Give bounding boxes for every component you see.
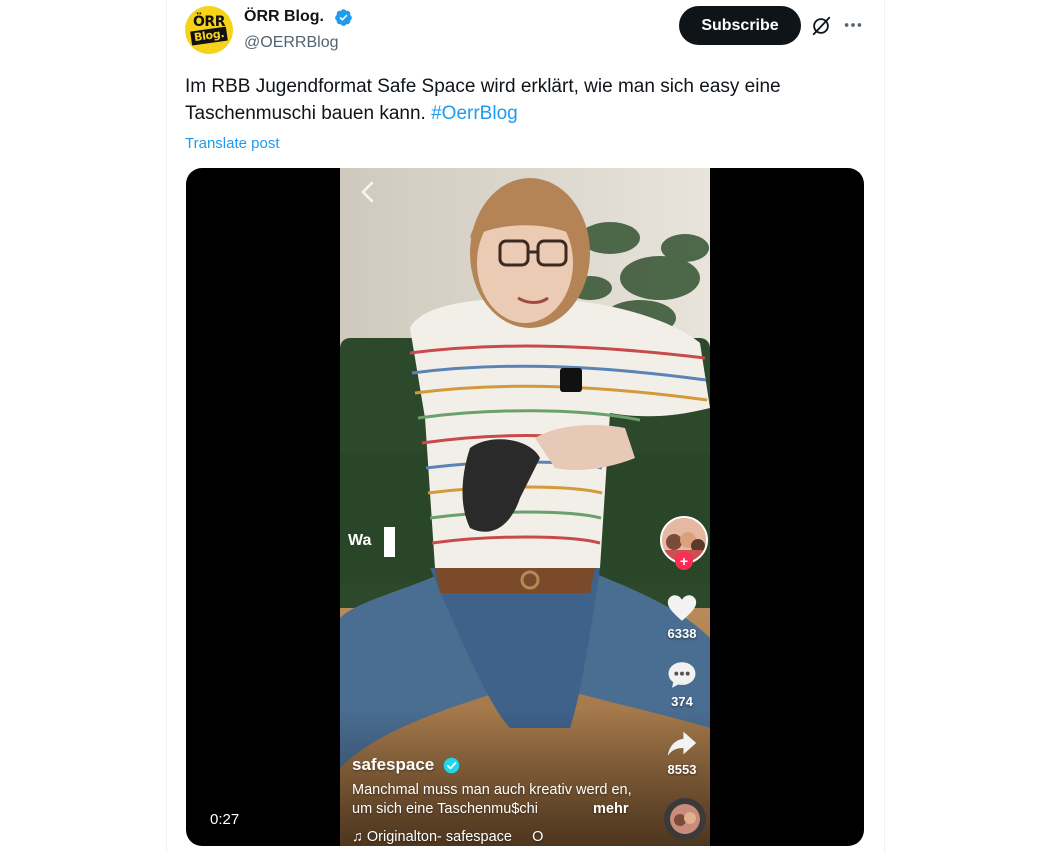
video-verified-icon (443, 757, 460, 774)
video-overlay-caption: Wa (348, 532, 372, 549)
video-username[interactable]: safespace (352, 754, 434, 776)
music-disc-icon[interactable] (664, 798, 706, 840)
comment-icon[interactable] (665, 658, 699, 692)
video-scene-image (340, 168, 710, 846)
author-avatar[interactable]: ÖRR Blog. (185, 6, 233, 54)
share-count: 8553 (667, 762, 697, 777)
heart-icon[interactable] (665, 591, 699, 625)
video-duration: 0:27 (210, 811, 240, 828)
post-text: Im RBB Jugendformat Safe Space wird erkl… (185, 73, 865, 127)
sound-extra: O (532, 829, 544, 845)
verified-badge-icon[interactable] (334, 8, 353, 27)
video-player[interactable]: Wa + 6338 374 8553 safespace Manchmal mu… (186, 168, 864, 846)
caption-cursor (384, 527, 395, 557)
grok-slash-icon[interactable] (810, 15, 832, 37)
sound-name: ♫ Originalton- safespace (352, 829, 512, 845)
description-more-link[interactable]: mehr (593, 800, 628, 819)
comment-count: 374 (671, 694, 693, 709)
back-chevron-icon[interactable] (358, 180, 378, 204)
author-name[interactable]: ÖRR Blog. (244, 7, 324, 27)
more-dots-icon[interactable] (842, 14, 864, 36)
music-disc-image (670, 804, 700, 834)
author-handle[interactable]: @OERRBlog (244, 33, 339, 53)
like-count: 6338 (667, 626, 697, 641)
share-arrow-icon[interactable] (665, 726, 699, 760)
video-sound-line[interactable]: ♫ Originalton- safespace O (352, 828, 543, 846)
post-hashtag-link[interactable]: #OerrBlog (431, 103, 518, 124)
follow-plus-button[interactable]: + (675, 552, 693, 570)
video-frame[interactable]: Wa + 6338 374 8553 safespace Manchmal mu… (340, 168, 710, 846)
subscribe-button[interactable]: Subscribe (679, 6, 801, 45)
translate-post-link[interactable]: Translate post (185, 134, 280, 154)
